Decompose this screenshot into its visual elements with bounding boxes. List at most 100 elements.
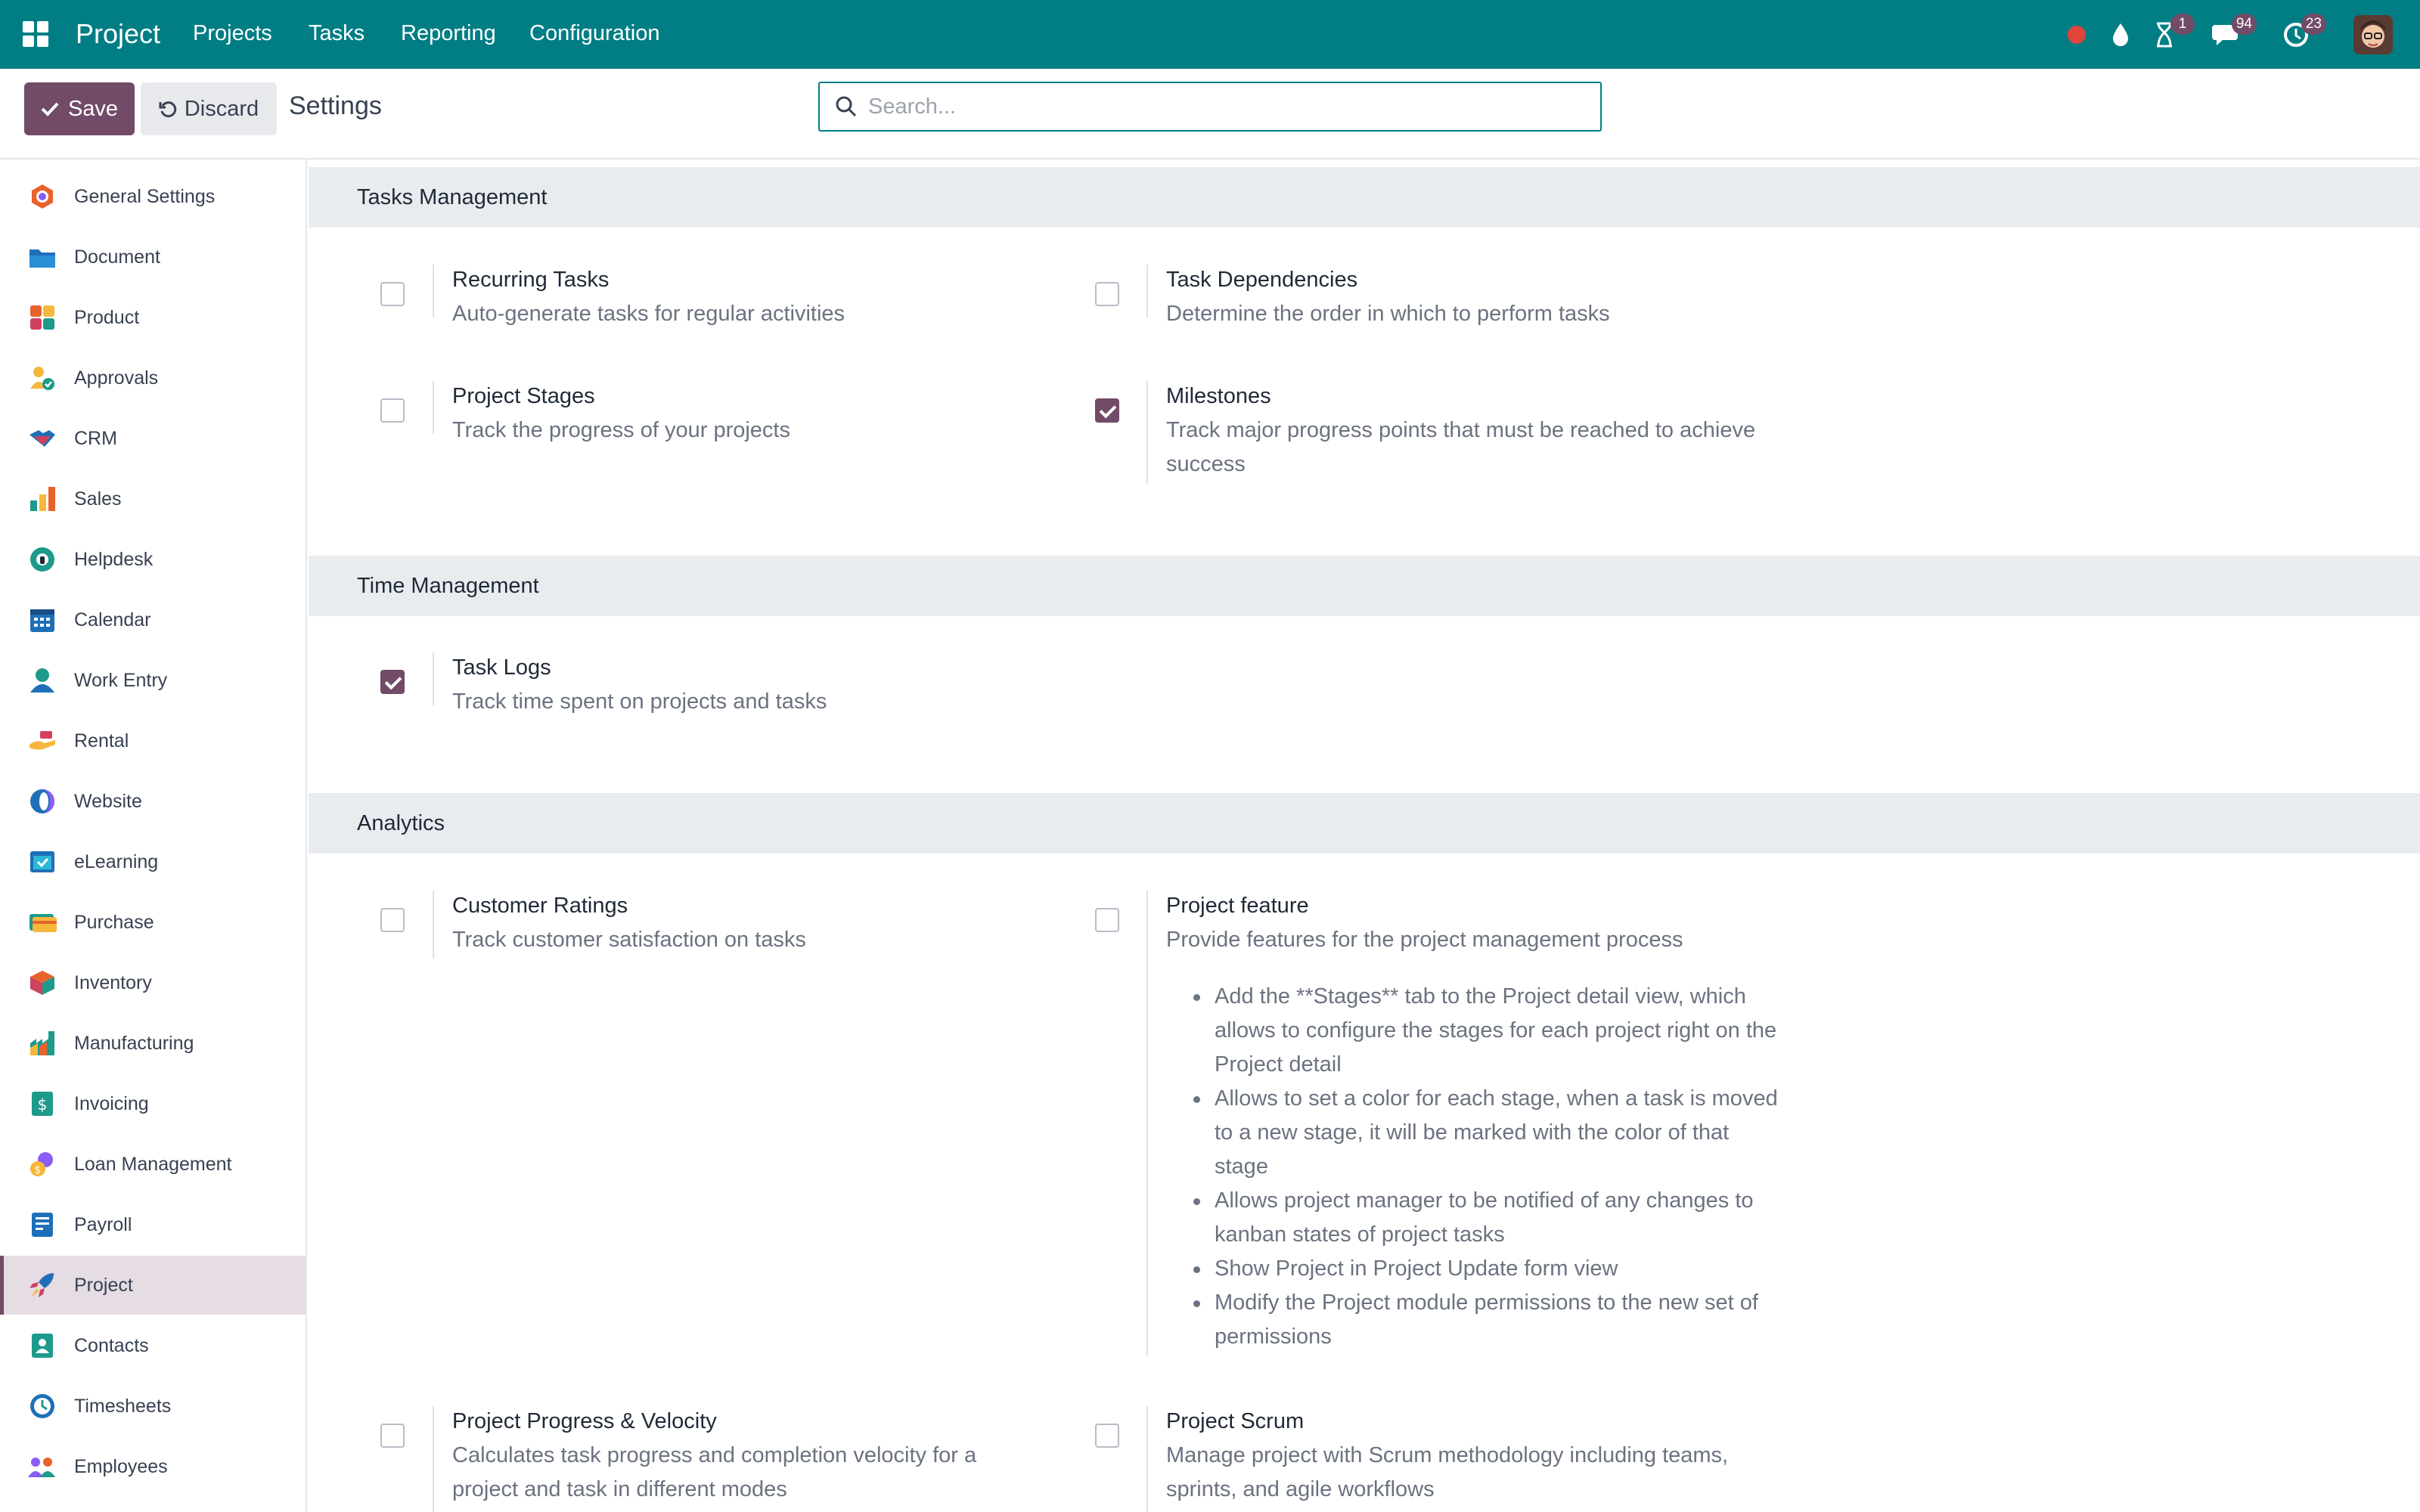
- setting-title: Customer Ratings: [452, 894, 628, 918]
- task-dependencies-checkbox[interactable]: [1095, 282, 1119, 306]
- milestones-checkbox[interactable]: [1095, 398, 1119, 423]
- sidebar-item-label: Timesheets: [74, 1395, 172, 1417]
- activity-badge: 1: [2170, 14, 2195, 35]
- project-stages-checkbox[interactable]: [380, 398, 405, 423]
- menu-tasks[interactable]: Tasks: [309, 21, 365, 46]
- save-button[interactable]: Save: [24, 82, 135, 135]
- divider: [1146, 381, 1148, 484]
- setting-description: Determine the order in which to perform …: [1166, 302, 1610, 326]
- product-icon: [27, 302, 57, 333]
- project-feature-checkbox[interactable]: [1095, 908, 1119, 932]
- invoicing-icon: $: [27, 1089, 57, 1119]
- check-icon: [41, 102, 59, 116]
- section-header-time-management: Time Management: [309, 556, 2420, 616]
- drop-icon[interactable]: [2105, 20, 2136, 50]
- sidebar-item-rental[interactable]: Rental: [0, 711, 306, 770]
- setting-title: Project Progress & Velocity: [452, 1409, 717, 1433]
- sidebar-item-purchase[interactable]: Purchase: [0, 893, 306, 952]
- divider: [433, 891, 434, 959]
- section-header-tasks-management: Tasks Management: [309, 167, 2420, 228]
- setting-description: Track customer satisfaction on tasks: [452, 928, 806, 952]
- setting-title: Project feature: [1166, 894, 1309, 918]
- apps-grid-icon[interactable]: [23, 21, 48, 47]
- sidebar-item-label: Inventory: [74, 971, 152, 993]
- setting-title: Project Stages: [452, 384, 595, 408]
- discard-button[interactable]: Discard: [141, 82, 277, 135]
- user-avatar[interactable]: [2353, 15, 2393, 54]
- loan-icon: $: [27, 1149, 57, 1179]
- project-scrum-checkbox[interactable]: [1095, 1424, 1119, 1448]
- elearning-icon: [27, 847, 57, 877]
- customer-ratings-checkbox[interactable]: [380, 908, 405, 932]
- setting-description: Auto-generate tasks for regular activiti…: [452, 302, 845, 326]
- control-panel: Save Discard Settings: [0, 69, 2420, 160]
- search-box[interactable]: [818, 82, 1602, 132]
- setting-title: Milestones: [1166, 384, 1271, 408]
- sidebar-item-helpdesk[interactable]: Helpdesk: [0, 530, 306, 589]
- svg-text:$: $: [35, 1164, 42, 1176]
- app-brand[interactable]: Project: [76, 18, 160, 50]
- timesheets-icon: [27, 1391, 57, 1421]
- sidebar-item-employees[interactable]: Employees: [0, 1437, 306, 1496]
- website-icon: [27, 786, 57, 816]
- divider: [1146, 265, 1148, 318]
- top-navbar: Project Projects Tasks Reporting Configu…: [0, 0, 2420, 69]
- payroll-icon: [27, 1210, 57, 1240]
- employees-icon: [27, 1452, 57, 1482]
- sidebar-item-invoicing[interactable]: $ Invoicing: [0, 1074, 306, 1133]
- approvals-icon: [27, 363, 57, 393]
- messages-icon[interactable]: 94: [2211, 14, 2257, 50]
- sidebar-item-general-settings[interactable]: General Settings: [0, 167, 306, 226]
- sidebar-item-website[interactable]: Website: [0, 772, 306, 831]
- recurring-tasks-checkbox[interactable]: [380, 282, 405, 306]
- setting-description: Provide features for the project managem…: [1166, 928, 1683, 952]
- sidebar-item-calendar[interactable]: Calendar: [0, 590, 306, 649]
- menu-reporting[interactable]: Reporting: [401, 21, 496, 46]
- sidebar-item-crm[interactable]: CRM: [0, 409, 306, 468]
- divider: [433, 265, 434, 318]
- divider: [1146, 891, 1148, 1356]
- setting-description: Track major progress points that must be…: [1166, 418, 1756, 476]
- sidebar-item-manufacturing[interactable]: Manufacturing: [0, 1014, 306, 1073]
- sidebar-item-label: Invoicing: [74, 1092, 149, 1114]
- sidebar-item-label: Purchase: [74, 911, 154, 933]
- sidebar-item-label: eLearning: [74, 850, 159, 872]
- menu-configuration[interactable]: Configuration: [529, 21, 660, 46]
- project-rocket-icon: [27, 1270, 57, 1300]
- sidebar-item-inventory[interactable]: Inventory: [0, 953, 306, 1012]
- sidebar-item-approvals[interactable]: Approvals: [0, 349, 306, 407]
- sidebar-item-product[interactable]: Product: [0, 288, 306, 347]
- svg-text:$: $: [38, 1095, 48, 1114]
- divider: [433, 1406, 434, 1512]
- sidebar-item-project[interactable]: Project: [0, 1256, 306, 1315]
- record-icon[interactable]: [2062, 20, 2092, 50]
- sidebar-item-label: General Settings: [74, 185, 216, 207]
- menu-projects[interactable]: Projects: [193, 21, 272, 46]
- sidebar-item-label: Manufacturing: [74, 1032, 194, 1054]
- updates-clock-icon[interactable]: 23: [2281, 14, 2326, 50]
- sidebar-item-label: Calendar: [74, 609, 151, 631]
- search-input[interactable]: [868, 94, 1549, 119]
- sidebar-item-timesheets[interactable]: Timesheets: [0, 1377, 306, 1436]
- setting-title: Task Dependencies: [1166, 268, 1358, 292]
- list-item: Allows to set a color for each stage, wh…: [1189, 1082, 1786, 1184]
- sidebar-item-contacts[interactable]: Contacts: [0, 1316, 306, 1375]
- helpdesk-icon: [27, 544, 57, 575]
- section-header-analytics: Analytics: [309, 793, 2420, 854]
- sidebar-item-sales[interactable]: Sales: [0, 469, 306, 528]
- task-logs-checkbox[interactable]: [380, 670, 405, 694]
- sidebar-item-label: Employees: [74, 1455, 168, 1477]
- project-progress-velocity-checkbox[interactable]: [380, 1424, 405, 1448]
- search-icon: [836, 96, 857, 117]
- sidebar-item-document[interactable]: Document: [0, 228, 306, 287]
- sidebar-item-work-entry[interactable]: Work Entry: [0, 651, 306, 710]
- sidebar-item-loan-management[interactable]: $ Loan Management: [0, 1135, 306, 1194]
- work-entry-icon: [27, 665, 57, 696]
- setting-title: Task Logs: [452, 655, 551, 680]
- sidebar-item-label: Payroll: [74, 1213, 132, 1235]
- activity-hourglass-icon[interactable]: 1: [2149, 14, 2195, 50]
- sidebar-item-elearning[interactable]: eLearning: [0, 832, 306, 891]
- sidebar-item-label: Contacts: [74, 1334, 149, 1356]
- sidebar-item-payroll[interactable]: Payroll: [0, 1195, 306, 1254]
- discard-label: Discard: [184, 96, 259, 121]
